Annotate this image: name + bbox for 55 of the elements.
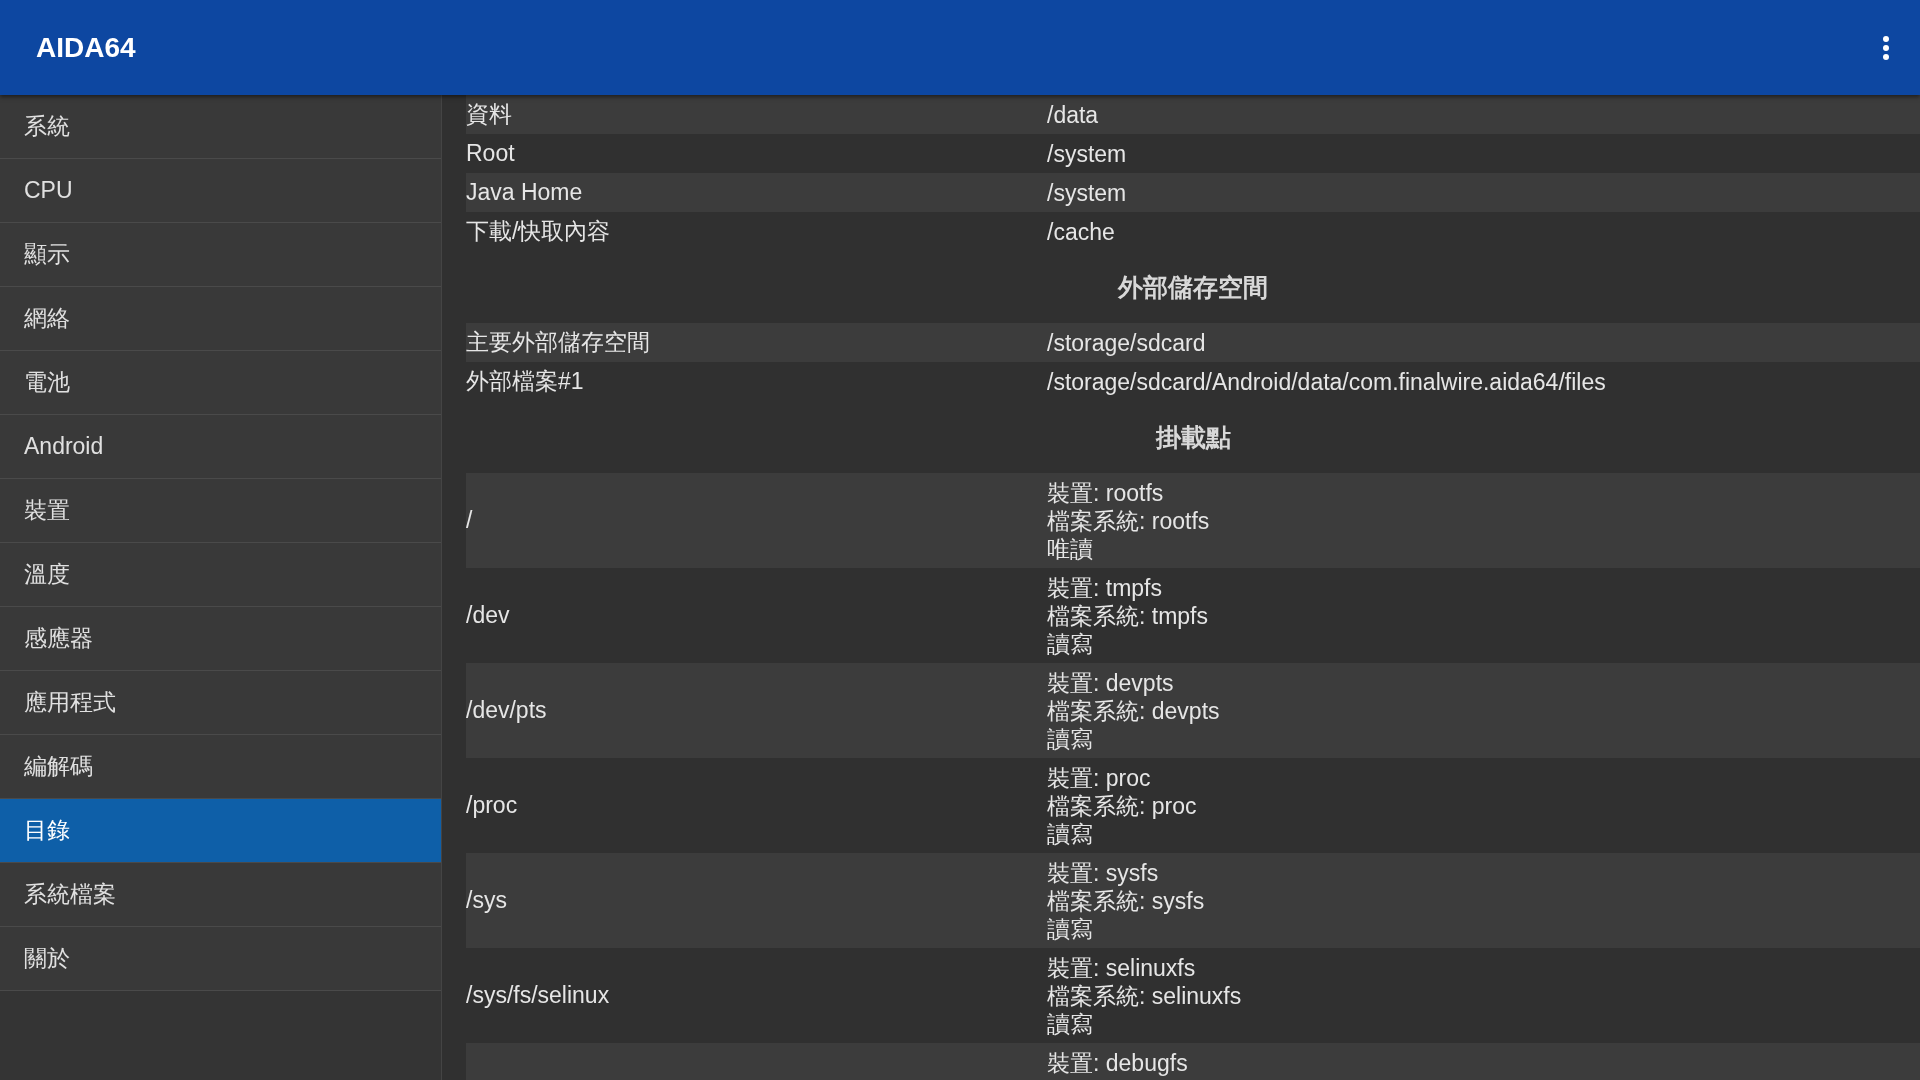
row-value: 檔案系統: rootfs bbox=[1047, 506, 1210, 535]
row-value: 裝置: selinuxfs bbox=[1047, 953, 1197, 982]
row-label: Root bbox=[466, 140, 515, 166]
row-value: /system bbox=[1047, 139, 1127, 168]
sidebar-item[interactable]: 顯示 bbox=[0, 223, 441, 287]
section-heading: 外部儲存空間 bbox=[1116, 271, 1269, 303]
sidebar-item[interactable]: 電池 bbox=[0, 351, 441, 415]
sidebar-item[interactable]: 溫度 bbox=[0, 543, 441, 607]
row-label: / bbox=[466, 507, 473, 533]
row-value: 裝置: devpts bbox=[1047, 668, 1175, 697]
row-value: 檔案系統: devpts bbox=[1047, 696, 1220, 725]
row-value: /cache bbox=[1047, 217, 1115, 246]
row-label: 主要外部儲存空間 bbox=[466, 329, 650, 355]
row-value: /system bbox=[1047, 178, 1127, 207]
sidebar-item[interactable]: 裝置 bbox=[0, 479, 441, 543]
row-value: 檔案系統: sysfs bbox=[1047, 886, 1205, 915]
sidebar-item[interactable]: 目錄 bbox=[0, 799, 441, 863]
row-label: 外部檔案#1 bbox=[466, 368, 584, 394]
row-label: 資料 bbox=[466, 101, 512, 127]
row-value: 讀寫 bbox=[1047, 629, 1094, 658]
row-value: 裝置: debugfs bbox=[1047, 1048, 1188, 1077]
row-label: /dev bbox=[466, 602, 510, 628]
sidebar-item[interactable]: Android bbox=[0, 415, 441, 479]
row-label: /sys bbox=[466, 887, 507, 913]
sidebar-item[interactable]: 系統 bbox=[0, 95, 441, 159]
row-value: 裝置: rootfs bbox=[1047, 478, 1165, 507]
sidebar-item[interactable]: 系統檔案 bbox=[0, 863, 441, 927]
row-value: 讀寫 bbox=[1047, 914, 1094, 943]
row-value: 裝置: proc bbox=[1047, 763, 1152, 792]
sidebar-item[interactable]: 應用程式 bbox=[0, 671, 441, 735]
sidebar-item[interactable]: 網絡 bbox=[0, 287, 441, 351]
row-label: 下載/快取內容 bbox=[466, 218, 611, 244]
row-value: 唯讀 bbox=[1047, 534, 1094, 563]
row-value: /storage/sdcard/Android/data/com.finalwire.aida64/files bbox=[1047, 367, 1606, 396]
sidebar-item[interactable]: CPU bbox=[0, 159, 441, 223]
sidebar-item[interactable]: 編解碼 bbox=[0, 735, 441, 799]
row-value: 讀寫 bbox=[1047, 724, 1094, 753]
sidebar-item[interactable]: 感應器 bbox=[0, 607, 441, 671]
row-value: 檔案系統: tmpfs bbox=[1047, 601, 1208, 630]
row-value: 裝置: tmpfs bbox=[1047, 573, 1163, 602]
app-title: AIDA64 bbox=[36, 31, 136, 64]
row-value: 讀寫 bbox=[1047, 819, 1094, 848]
section-heading: 掛載點 bbox=[1154, 421, 1232, 453]
row-value: 檔案系統: selinuxfs bbox=[1047, 981, 1242, 1010]
row-value: 檔案系統: proc bbox=[1047, 791, 1197, 820]
more-options-icon[interactable] bbox=[1882, 34, 1890, 61]
sidebar-item[interactable]: 關於 bbox=[0, 927, 441, 991]
row-value: 裝置: sysfs bbox=[1047, 858, 1160, 887]
row-label: /dev/pts bbox=[466, 697, 547, 723]
row-label: /sys/fs/selinux bbox=[466, 982, 610, 1008]
row-label: /proc bbox=[466, 792, 518, 818]
row-value: /data bbox=[1047, 100, 1099, 129]
row-label: Java Home bbox=[466, 179, 583, 205]
row-value: /storage/sdcard bbox=[1047, 328, 1206, 357]
row-value: 讀寫 bbox=[1047, 1009, 1094, 1038]
